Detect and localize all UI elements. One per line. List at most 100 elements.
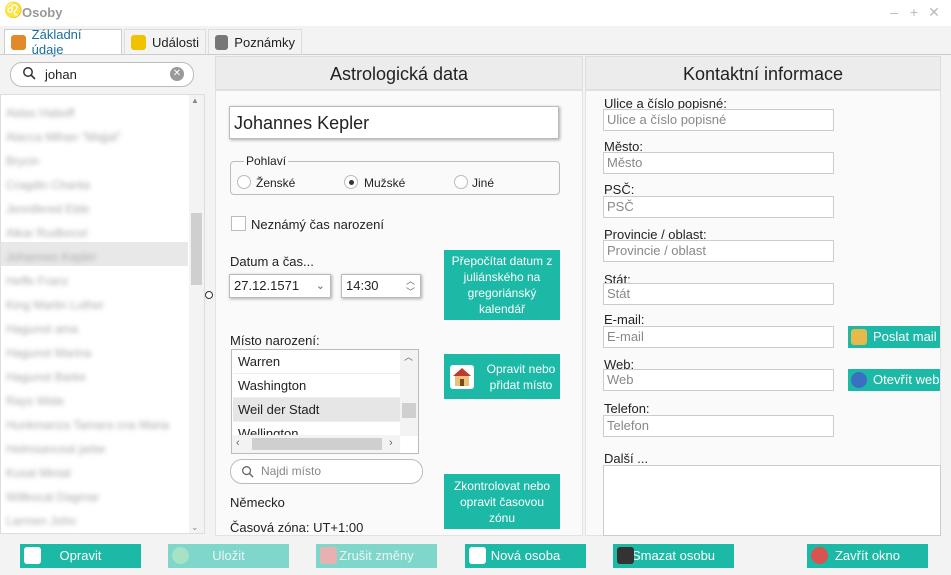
time-stepper[interactable]: 14:30 ︿ ﹀ [341,274,421,298]
envelope-icon [851,329,867,345]
person-list-item[interactable]: Helmsanceal jarbe [6,438,186,460]
cancel-label: Zrušit změny [339,548,414,563]
city-field[interactable]: Město [603,152,834,174]
scroll-left-icon[interactable]: ‹ [236,437,240,449]
person-list-item[interactable]: Alacca Mihan "Majjal" [6,126,186,148]
send-mail-label: Poslat mail [873,329,937,344]
fix-place-label: Opravit nebo přidat místo [486,361,556,392]
person-list-item[interactable]: Hagunot ama [6,318,186,340]
other-label: Další ... [604,451,649,466]
person-list-item[interactable]: Kusal Minial [6,462,186,484]
splitter-handle[interactable] [205,291,213,299]
gender-label-other: Jiné [472,176,495,190]
close-window-button[interactable]: Zavřít okno [807,544,928,568]
edit-button[interactable]: Opravit [20,544,141,568]
clear-search-icon[interactable]: ✕ [170,67,184,81]
close-window-label: Zavřít okno [834,548,901,563]
state-field[interactable]: Stát [603,283,834,305]
person-list-item[interactable]: Aidas Haboff [6,102,186,124]
person-list-item[interactable]: Cragdin Chanta [6,174,186,196]
astro-header: Astrologická data [215,56,583,90]
date-picker[interactable]: 27.12.1571 ⌄ [229,274,331,298]
person-list-item[interactable]: Jennifered Elde [6,198,186,220]
person-list-item[interactable]: Brycin [6,150,186,172]
scroll-down-icon[interactable]: ⌄ [191,522,199,533]
tab-label: Události [152,34,199,50]
province-field[interactable]: Provincie / oblast [603,240,834,262]
delete-person-label: Smazat osobu [631,548,716,563]
fix-place-button[interactable]: Opravit nebo přidat místo [444,354,560,399]
recalc-calendar-button[interactable]: Přepočítat datum z juliánského na gregor… [444,250,560,320]
person-list-scrollbar[interactable] [189,95,204,533]
person-list-item-selected[interactable]: Johannes Kepler [6,246,186,268]
check-timezone-button[interactable]: Zkontrolovat nebo opravit časovou zónu [444,474,560,529]
maximize-button[interactable]: + [905,3,923,21]
place-item-selected[interactable]: Weil der Stadt [233,398,401,422]
find-place-input[interactable] [230,459,423,484]
open-web-label: Otevřít web [873,372,940,387]
person-list-item[interactable]: Alkar Rudbocel [6,222,186,244]
unknown-time-label: Neznámý čas narození [251,217,384,232]
new-person-label: Nová osoba [490,548,561,563]
tab-basic-info[interactable]: Základní údaje [4,27,122,57]
gender-label-male: Mužské [364,176,406,190]
email-label: E-mail: [604,312,645,327]
search-value: johan [45,67,77,82]
house-icon [450,364,474,389]
person-list-item[interactable]: King Martin Luther [6,294,186,316]
chevron-down-icon[interactable]: ⌄ [316,275,325,297]
person-list-item[interactable]: Larmen John [6,510,186,532]
gender-label-female: Ženské [256,176,296,190]
open-web-button[interactable]: Otevřít web [848,369,940,391]
tab-notes[interactable]: Poznámky [208,29,302,54]
name-field[interactable]: Johannes Kepler [229,106,559,139]
phone-field[interactable]: Telefon [603,415,834,437]
gender-radio-female[interactable] [237,175,251,189]
person-list-item[interactable]: Rays Wide [6,390,186,412]
place-item[interactable]: Washington [233,374,401,398]
scroll-right-icon[interactable]: › [389,437,393,449]
unknown-time-checkbox[interactable] [231,216,246,231]
notes-icon [215,34,229,50]
minimize-button[interactable]: – [885,3,903,21]
save-check-icon [172,547,189,564]
find-place-placeholder: Najdi místo [261,464,322,478]
gender-radio-other[interactable] [454,175,468,189]
person-list-item[interactable]: Hagunot Marina [6,342,186,364]
web-field[interactable]: Web [603,369,834,391]
phone-label: Telefon: [604,401,650,416]
person-list-item[interactable]: Hagunot Barke [6,366,186,388]
place-list-hthumb[interactable] [252,438,382,450]
place-list-vthumb[interactable] [402,403,416,418]
cancel-changes-button[interactable]: Zrušit změny [316,544,437,568]
person-list-item[interactable]: Heffe Franz [6,270,186,292]
close-button[interactable]: ✕ [925,3,943,21]
cancel-x-icon [320,547,337,564]
street-field[interactable]: Ulice a číslo popisné [603,109,834,131]
place-item[interactable]: Warren [233,350,401,374]
search-icon [242,466,254,478]
scroll-up-icon[interactable]: ▲ [191,96,199,105]
gender-radio-male[interactable] [344,175,358,189]
new-person-button[interactable]: Nová osoba [465,544,586,568]
tab-events[interactable]: Události [124,29,206,54]
walker-icon [131,34,146,50]
close-circle-icon [811,547,828,564]
save-button[interactable]: Uložit [168,544,289,568]
app-icon: ♌ [4,2,23,19]
delete-person-button[interactable]: Smazat osobu [613,544,734,568]
person-list-scroll-thumb[interactable] [191,213,202,285]
globe-icon [851,372,867,388]
tab-divider [0,54,951,55]
other-textarea[interactable] [603,465,941,536]
timezone-text: Časová zóna: UT+1:00 [230,520,364,535]
email-field[interactable]: E-mail [603,326,834,348]
scroll-up-icon[interactable]: ︿ [404,350,413,363]
date-value: 27.12.1571 [234,278,300,293]
send-mail-button[interactable]: Poslat mail [848,326,940,348]
person-list-item[interactable]: Willkocal Dagmar [6,486,186,508]
person-list-item[interactable]: Hunkmanza Tamara cna Maria [6,414,186,436]
zip-field[interactable]: PSČ [603,196,834,218]
spin-down-icon[interactable]: ﹀ [406,281,415,303]
search-input[interactable] [10,62,194,87]
